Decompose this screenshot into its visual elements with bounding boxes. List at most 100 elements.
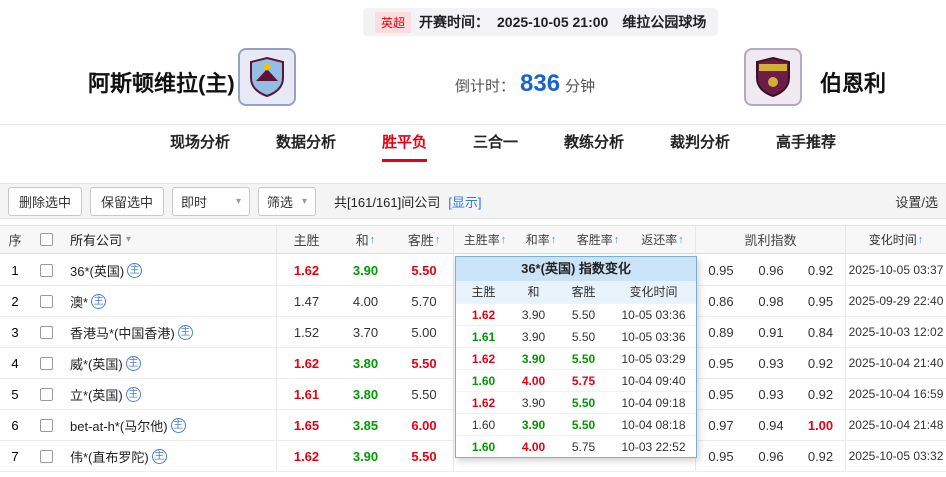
row-checkbox[interactable] <box>40 295 53 308</box>
odds-value: 1.62 <box>294 263 319 278</box>
nav-tab-data-analysis[interactable]: 数据分析 <box>276 125 336 162</box>
popup-odds-cell: 4.00 <box>511 440 556 454</box>
odds-cell-draw[interactable]: 3.85 <box>336 410 395 440</box>
primary-company-badge: 主 <box>178 325 193 340</box>
nav-tab-live-analysis[interactable]: 现场分析 <box>170 125 230 162</box>
odds-cell-draw[interactable]: 3.70 <box>336 317 395 347</box>
primary-company-badge: 主 <box>152 449 167 464</box>
instant-dropdown[interactable]: 即时 ▾ <box>172 187 250 216</box>
row-checkbox[interactable] <box>40 388 53 401</box>
popup-odds-value: 1.60 <box>472 418 495 432</box>
popup-odds-value: 5.75 <box>572 440 595 454</box>
odds-cell-home[interactable]: 1.62 <box>277 348 336 378</box>
odds-cell-away[interactable]: 5.50 <box>395 255 454 285</box>
company-name[interactable]: 立*(英国) <box>70 385 123 404</box>
kelly-cell-1: 0.96 <box>746 255 796 285</box>
odds-value: 5.50 <box>411 356 436 371</box>
popup-body: 1.623.905.5010-05 03:361.613.905.5010-05… <box>456 303 696 457</box>
nav-tab-referee-analysis[interactable]: 裁判分析 <box>670 125 730 162</box>
row-checkbox-cell <box>30 317 62 347</box>
popup-time-cell: 10-03 22:52 <box>611 440 696 454</box>
header-away-odds[interactable]: 客胜 ↑ <box>395 226 454 253</box>
sort-arrow-icon: ↑ <box>370 234 376 246</box>
select-all-checkbox[interactable] <box>40 233 53 246</box>
company-name[interactable]: bet-at-h*(马尔他) <box>70 416 168 435</box>
match-info-bar: 英超 开赛时间： 2025-10-05 21:00 维拉公园球场 <box>363 8 718 36</box>
odds-cell-draw[interactable]: 3.90 <box>336 255 395 285</box>
odds-cell-away[interactable]: 5.50 <box>395 441 454 471</box>
header-home-rate[interactable]: 主胜率 ↑ <box>454 226 516 253</box>
row-checkbox[interactable] <box>40 264 53 277</box>
odds-cell-away[interactable]: 6.00 <box>395 410 454 440</box>
odds-cell-draw[interactable]: 4.00 <box>336 286 395 316</box>
popup-odds-value: 5.50 <box>572 330 595 344</box>
company-name[interactable]: 36*(英国) <box>70 261 124 280</box>
header-draw-rate[interactable]: 和率 ↑ <box>516 226 566 253</box>
away-team-crest <box>744 48 802 106</box>
odds-cell-draw[interactable]: 3.80 <box>336 348 395 378</box>
popup-row: 1.613.905.5010-05 03:36 <box>456 325 696 347</box>
odds-cell-home[interactable]: 1.65 <box>277 410 336 440</box>
company-cell[interactable]: 伟*(直布罗陀)主 <box>62 441 277 471</box>
venue: 维拉公园球场 <box>622 12 706 32</box>
popup-odds-value: 5.50 <box>572 418 595 432</box>
odds-analysis-page: 英超 开赛时间： 2025-10-05 21:00 维拉公园球场 阿斯顿维拉(主… <box>0 0 946 477</box>
odds-value: 3.70 <box>353 325 378 340</box>
company-name[interactable]: 威*(英国) <box>70 354 123 373</box>
settings-link[interactable]: 设置/选 <box>895 192 938 211</box>
kelly-value: 0.91 <box>758 325 783 340</box>
row-checkbox[interactable] <box>40 326 53 339</box>
popup-header-time: 变化时间 <box>611 281 696 303</box>
company-cell[interactable]: 立*(英国)主 <box>62 379 277 409</box>
kelly-cell-2: 0.92 <box>796 255 846 285</box>
company-cell[interactable]: 澳*主 <box>62 286 277 316</box>
kelly-cell-2: 0.95 <box>796 286 846 316</box>
popup-row: 1.623.905.5010-05 03:36 <box>456 303 696 325</box>
odds-cell-draw[interactable]: 3.80 <box>336 379 395 409</box>
nav-tab-win-draw-lose[interactable]: 胜平负 <box>382 125 427 162</box>
odds-cell-home[interactable]: 1.61 <box>277 379 336 409</box>
odds-cell-away[interactable]: 5.50 <box>395 379 454 409</box>
header-home-odds[interactable]: 主胜 <box>277 226 336 253</box>
odds-cell-away[interactable]: 5.00 <box>395 317 454 347</box>
company-cell[interactable]: bet-at-h*(马尔他)主 <box>62 410 277 440</box>
header-company[interactable]: 所有公司 ▾ <box>62 226 277 253</box>
header-return-rate[interactable]: 返还率 ↑ <box>630 226 696 253</box>
keep-selected-button[interactable]: 保留选中 <box>90 187 164 216</box>
popup-odds-value: 3.90 <box>522 418 545 432</box>
dropdown-arrow-icon[interactable]: ▾ <box>126 234 131 245</box>
header-away-rate[interactable]: 客胜率 ↑ <box>566 226 630 253</box>
filter-dropdown[interactable]: 筛选 ▾ <box>258 187 316 216</box>
popup-odds-value: 1.61 <box>472 330 495 344</box>
odds-cell-away[interactable]: 5.70 <box>395 286 454 316</box>
row-checkbox[interactable] <box>40 357 53 370</box>
odds-cell-home[interactable]: 1.62 <box>277 441 336 471</box>
company-cell[interactable]: 威*(英国)主 <box>62 348 277 378</box>
row-seq: 4 <box>0 348 30 378</box>
chevron-down-icon: ▾ <box>236 196 241 207</box>
popup-odds-value: 4.00 <box>522 440 545 454</box>
popup-header-away: 客胜 <box>556 281 611 303</box>
nav-tab-coach-analysis[interactable]: 教练分析 <box>564 125 624 162</box>
company-name[interactable]: 澳* <box>70 292 88 311</box>
kelly-cell-2: 0.92 <box>796 348 846 378</box>
company-cell[interactable]: 36*(英国)主 <box>62 255 277 285</box>
delete-selected-button[interactable]: 删除选中 <box>8 187 82 216</box>
odds-cell-draw[interactable]: 3.90 <box>336 441 395 471</box>
odds-cell-away[interactable]: 5.50 <box>395 348 454 378</box>
company-cell[interactable]: 香港马*(中国香港)主 <box>62 317 277 347</box>
show-link[interactable]: [显示] <box>448 192 481 211</box>
header-draw-odds[interactable]: 和 ↑ <box>336 226 395 253</box>
odds-cell-home[interactable]: 1.47 <box>277 286 336 316</box>
company-name[interactable]: 伟*(直布罗陀) <box>70 447 149 466</box>
odds-cell-home[interactable]: 1.52 <box>277 317 336 347</box>
nav-tab-three-in-one[interactable]: 三合一 <box>473 125 518 162</box>
company-name[interactable]: 香港马*(中国香港) <box>70 323 175 342</box>
row-checkbox-cell <box>30 348 62 378</box>
header-change-time[interactable]: 变化时间 ↑ <box>846 226 946 253</box>
nav-tab-expert-picks[interactable]: 高手推荐 <box>776 125 836 162</box>
odds-cell-home[interactable]: 1.62 <box>277 255 336 285</box>
home-team-name: 阿斯顿维拉(主) <box>88 66 235 98</box>
row-checkbox[interactable] <box>40 450 53 463</box>
row-checkbox[interactable] <box>40 419 53 432</box>
